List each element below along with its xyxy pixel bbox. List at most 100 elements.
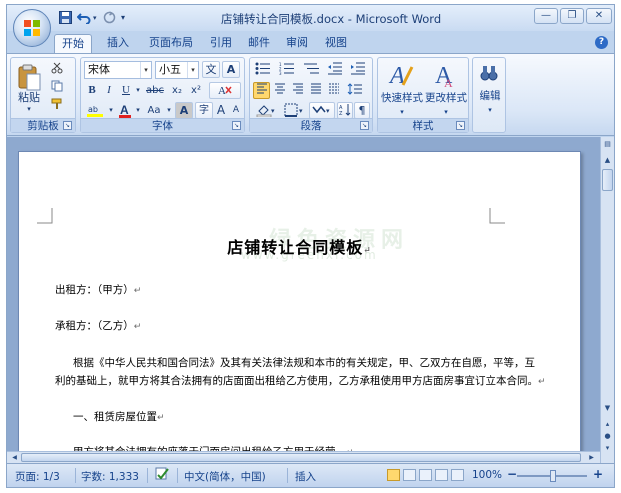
- font-name-combo[interactable]: 宋体 ▾: [84, 61, 152, 79]
- next-page-icon[interactable]: ▾: [602, 443, 613, 454]
- paragraph-launcher-icon[interactable]: ↘: [360, 121, 369, 130]
- browse-object-icon[interactable]: ●: [602, 431, 613, 442]
- redo-icon[interactable]: [103, 11, 116, 25]
- minimize-button[interactable]: —: [534, 8, 558, 24]
- print-layout-view-icon[interactable]: [387, 469, 400, 481]
- help-icon[interactable]: ?: [595, 36, 608, 49]
- highlight-icon: ab: [87, 105, 103, 117]
- full-screen-reading-view-icon[interactable]: [403, 469, 416, 481]
- office-button[interactable]: [13, 9, 51, 47]
- line-spacing-icon[interactable]: [344, 82, 366, 99]
- scroll-right-icon[interactable]: ▶: [586, 452, 597, 463]
- font-name-dropdown-icon[interactable]: ▾: [140, 62, 151, 78]
- restore-button[interactable]: ❐: [560, 8, 584, 24]
- undo-icon[interactable]: [76, 11, 91, 25]
- underline-button[interactable]: U: [118, 82, 134, 99]
- show-hide-marks-icon[interactable]: ¶: [354, 102, 370, 119]
- word-count[interactable]: 字数: 1,333: [81, 469, 139, 484]
- bullets-icon[interactable]: [253, 61, 275, 78]
- grow-font-button[interactable]: A: [214, 102, 228, 119]
- proofing-icon[interactable]: [154, 467, 170, 485]
- zoom-level[interactable]: 100%: [472, 469, 502, 481]
- scroll-down-icon[interactable]: ▼: [602, 403, 613, 414]
- tab-home[interactable]: 开始: [54, 34, 92, 53]
- change-styles-button[interactable]: A A 更改样式 ▾: [424, 60, 467, 116]
- subscript-button[interactable]: x₂: [168, 82, 186, 99]
- outline-view-icon[interactable]: [435, 469, 448, 481]
- char-shading-button[interactable]: A: [175, 102, 193, 119]
- tab-references[interactable]: 引用: [203, 34, 239, 53]
- phonetic-guide-button[interactable]: 文: [202, 61, 220, 78]
- highlight-button[interactable]: ab: [84, 102, 106, 119]
- highlight-dropdown-icon[interactable]: ▾: [107, 102, 115, 119]
- horizontal-scrollbar[interactable]: ◀ ▶: [7, 451, 600, 463]
- clear-formatting-button[interactable]: A: [209, 82, 241, 99]
- document-page[interactable]: 绿色资源网 www.greenxf.com 店铺转让合同模板↵ 出租方：（甲方）…: [18, 151, 581, 463]
- shrink-font-button[interactable]: A: [229, 102, 243, 119]
- clipboard-launcher-icon[interactable]: ↘: [63, 121, 72, 130]
- increase-indent-icon[interactable]: [348, 61, 368, 78]
- enclose-char-button[interactable]: 字: [195, 102, 213, 119]
- zoom-out-icon[interactable]: −: [507, 467, 517, 481]
- align-center-icon[interactable]: [271, 82, 288, 99]
- web-layout-view-icon[interactable]: [419, 469, 432, 481]
- scroll-up-icon[interactable]: ▲: [602, 155, 613, 166]
- tab-view[interactable]: 视图: [318, 34, 354, 53]
- tab-review[interactable]: 审阅: [279, 34, 315, 53]
- tab-mailings[interactable]: 邮件: [241, 34, 277, 53]
- distributed-icon[interactable]: [325, 82, 342, 99]
- language-indicator[interactable]: 中文(简体，中国): [184, 469, 266, 484]
- decrease-indent-icon[interactable]: [325, 61, 345, 78]
- close-button[interactable]: ✕: [586, 8, 612, 24]
- svg-text:A: A: [218, 85, 226, 96]
- strikethrough-button[interactable]: abc: [144, 82, 166, 99]
- font-size-combo[interactable]: 小五 ▾: [155, 61, 199, 79]
- sort-icon[interactable]: AZ: [337, 102, 353, 119]
- draft-view-icon[interactable]: [451, 469, 464, 481]
- shading-icon[interactable]: ▾: [253, 102, 279, 119]
- undo-dropdown-icon[interactable]: ▾: [93, 11, 97, 25]
- previous-page-icon[interactable]: ▴: [602, 419, 613, 430]
- format-painter-icon[interactable]: [49, 97, 65, 112]
- zoom-in-icon[interactable]: +: [593, 467, 603, 481]
- styles-launcher-icon[interactable]: ↘: [456, 121, 465, 130]
- cut-icon[interactable]: [49, 61, 65, 76]
- tab-page-layout[interactable]: 页面布局: [141, 34, 201, 53]
- change-case-dropdown-icon[interactable]: ▾: [165, 102, 173, 119]
- chinese-layout-icon[interactable]: ▾: [309, 102, 335, 119]
- align-right-icon[interactable]: [289, 82, 306, 99]
- ruler-toggle-icon[interactable]: ▤: [602, 139, 613, 150]
- underline-dropdown-icon[interactable]: ▾: [134, 82, 142, 99]
- customize-quick-access-icon[interactable]: ▾: [121, 11, 125, 25]
- quick-styles-button[interactable]: A 快速样式 ▾: [380, 60, 423, 116]
- bold-button[interactable]: B: [84, 82, 100, 99]
- insert-mode[interactable]: 插入: [295, 469, 316, 484]
- svg-text:▾: ▾: [271, 107, 275, 115]
- tab-insert[interactable]: 插入: [99, 34, 137, 53]
- crop-mark-top-left: [37, 208, 53, 224]
- multilevel-list-icon[interactable]: [301, 61, 323, 78]
- justify-icon[interactable]: [307, 82, 324, 99]
- numbering-icon[interactable]: 123: [277, 61, 299, 78]
- save-icon[interactable]: [59, 11, 72, 25]
- change-styles-icon: A A: [435, 63, 453, 89]
- superscript-button[interactable]: x²: [187, 82, 205, 99]
- font-color-button[interactable]: A: [116, 102, 134, 119]
- borders-icon[interactable]: ▾: [281, 102, 307, 119]
- font-size-dropdown-icon[interactable]: ▾: [187, 62, 198, 78]
- scroll-left-icon[interactable]: ◀: [9, 452, 20, 463]
- zoom-slider-knob[interactable]: [550, 470, 556, 482]
- vertical-scroll-thumb[interactable]: [602, 169, 613, 191]
- italic-button[interactable]: I: [101, 82, 117, 99]
- font-launcher-icon[interactable]: ↘: [232, 121, 241, 130]
- vertical-scrollbar[interactable]: ▤ ▲ ▼ ▴ ● ▾: [600, 137, 614, 463]
- change-case-button[interactable]: Aa: [143, 102, 165, 119]
- align-left-icon[interactable]: [253, 82, 270, 99]
- page-count[interactable]: 页面: 1/3: [15, 469, 60, 484]
- font-color-dropdown-icon[interactable]: ▾: [134, 102, 142, 119]
- copy-icon[interactable]: [49, 79, 65, 94]
- char-border-button[interactable]: A: [222, 61, 240, 78]
- paste-button[interactable]: 粘贴 ▾: [13, 60, 45, 116]
- editing-button[interactable]: 编辑 ▾: [475, 60, 503, 116]
- horizontal-scroll-thumb[interactable]: [21, 453, 581, 462]
